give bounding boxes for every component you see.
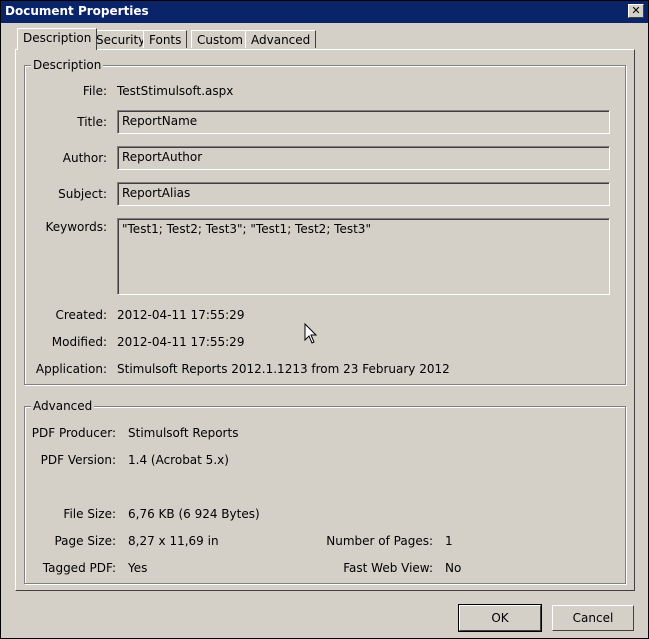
ok-button[interactable]: OK: [458, 604, 542, 632]
tab-description[interactable]: Description: [17, 28, 98, 50]
dialog-title: Document Properties: [5, 4, 149, 18]
number-of-pages-label: Number of Pages:: [326, 534, 433, 548]
pdf-version-value: 1.4 (Acrobat 5.x): [128, 453, 229, 467]
fast-web-view-label: Fast Web View:: [343, 561, 433, 575]
title-bar[interactable]: Document Properties ✕: [1, 1, 648, 23]
description-tab-panel: Description File: TestStimulsoft.aspx Ti…: [15, 49, 635, 591]
title-field[interactable]: ReportName: [117, 110, 610, 134]
title-label: Title:: [77, 115, 107, 129]
tagged-pdf-label: Tagged PDF:: [42, 561, 116, 575]
file-size-value: 6,76 KB (6 924 Bytes): [128, 507, 260, 521]
modified-label: Modified:: [51, 335, 107, 349]
keywords-label: Keywords:: [45, 220, 107, 234]
created-value: 2012-04-11 17:55:29: [117, 308, 245, 322]
keywords-field[interactable]: "Test1; Test2; Test3"; "Test1; Test2; Te…: [117, 218, 610, 295]
tagged-pdf-value: Yes: [128, 561, 148, 575]
file-value: TestStimulsoft.aspx: [117, 84, 234, 98]
application-value: Stimulsoft Reports 2012.1.1213 from 23 F…: [117, 362, 450, 376]
description-group-label: Description: [31, 58, 104, 72]
tab-custom[interactable]: Custom: [191, 30, 249, 48]
pdf-producer-label: PDF Producer:: [31, 426, 116, 440]
tab-fonts[interactable]: Fonts: [143, 30, 188, 48]
page-size-label: Page Size:: [54, 534, 116, 548]
document-properties-dialog: Document Properties ✕ Description Securi…: [0, 0, 649, 639]
subject-field[interactable]: ReportAlias: [117, 182, 610, 206]
file-size-label: File Size:: [63, 507, 116, 521]
pdf-producer-value: Stimulsoft Reports: [128, 426, 239, 440]
page-size-value: 8,27 x 11,69 in: [128, 534, 219, 548]
author-label: Author:: [62, 151, 107, 165]
tab-advanced[interactable]: Advanced: [245, 30, 317, 48]
close-button[interactable]: ✕: [628, 4, 644, 18]
author-field[interactable]: ReportAuthor: [117, 146, 610, 170]
application-label: Application:: [35, 362, 107, 376]
fast-web-view-value: No: [445, 561, 462, 575]
subject-label: Subject:: [58, 187, 107, 201]
cancel-button[interactable]: Cancel: [552, 605, 634, 631]
number-of-pages-value: 1: [445, 534, 453, 548]
description-group: Description File: TestStimulsoft.aspx Ti…: [24, 58, 626, 385]
advanced-group: Advanced PDF Producer: Stimulsoft Report…: [24, 399, 626, 584]
modified-value: 2012-04-11 17:55:29: [117, 335, 245, 349]
mouse-pointer-icon: [304, 323, 318, 344]
advanced-group-label: Advanced: [31, 399, 95, 413]
created-label: Created:: [55, 308, 107, 322]
pdf-version-label: PDF Version:: [40, 453, 116, 467]
file-label: File:: [82, 84, 107, 98]
